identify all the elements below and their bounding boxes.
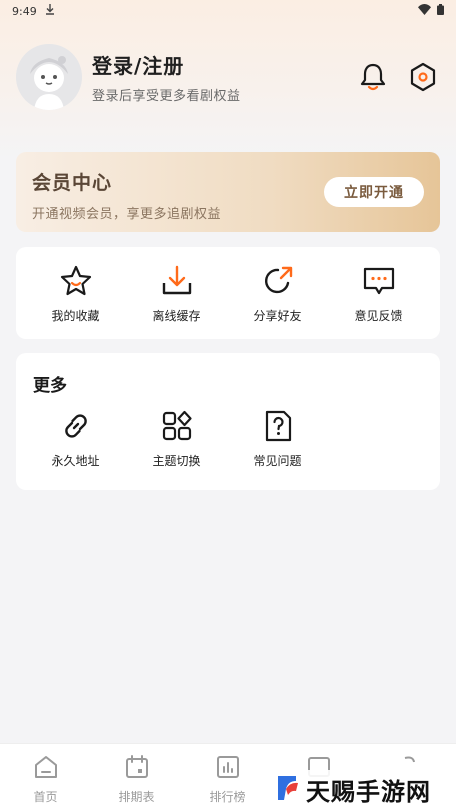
feedback-label: 意见反馈 <box>354 309 403 323</box>
tab-ranking[interactable]: 排行榜 <box>182 744 273 811</box>
faq-icon <box>260 408 296 444</box>
avatar[interactable] <box>16 44 82 110</box>
permanent-address-label: 永久地址 <box>51 454 100 468</box>
tab-home-label: 首页 <box>33 790 58 804</box>
home-icon <box>33 754 59 784</box>
feedback-icon <box>361 263 397 299</box>
watermark-text: 天赐手游网 <box>306 778 431 806</box>
star-icon <box>58 263 94 299</box>
faq-item[interactable]: 常见问题 <box>227 408 328 469</box>
faq-label: 常见问题 <box>253 454 302 468</box>
theme-icon <box>159 408 195 444</box>
more-card: 更多 永久地址 主题切换 常见问题 <box>16 353 440 490</box>
battery-icon <box>437 4 444 18</box>
status-time: 9:49 <box>12 4 37 18</box>
theme-switch-label: 主题切换 <box>152 454 201 468</box>
offline-cache-item[interactable]: 离线缓存 <box>126 263 227 324</box>
quick-actions-card: 我的收藏 离线缓存 分享好友 意见反馈 <box>16 247 440 339</box>
watermark-logo-icon <box>274 773 300 807</box>
tab-ranking-label: 排行榜 <box>209 790 246 804</box>
login-subtitle: 登录后享受更多看剧权益 <box>92 89 241 104</box>
share-friends-label: 分享好友 <box>253 309 302 323</box>
notification-bell-icon[interactable] <box>358 62 388 92</box>
tab-home[interactable]: 首页 <box>0 744 91 811</box>
favorites-item[interactable]: 我的收藏 <box>25 263 126 324</box>
tab-schedule-label: 排期表 <box>118 790 155 804</box>
share-friends-item[interactable]: 分享好友 <box>227 263 328 324</box>
feedback-item[interactable]: 意见反馈 <box>328 263 429 324</box>
link-icon <box>58 408 94 444</box>
download-status-icon <box>45 4 55 18</box>
tab-schedule[interactable]: 排期表 <box>91 744 182 811</box>
offline-cache-label: 离线缓存 <box>152 309 201 323</box>
open-vip-button[interactable]: 立即开通 <box>324 177 424 207</box>
permanent-address-item[interactable]: 永久地址 <box>25 408 126 469</box>
status-bar: 9:49 <box>0 0 456 22</box>
watermark: 天赐手游网 <box>268 770 437 809</box>
more-section-title: 更多 <box>33 376 67 396</box>
theme-switch-item[interactable]: 主题切换 <box>126 408 227 469</box>
wifi-icon <box>418 4 431 18</box>
calendar-icon <box>124 754 150 784</box>
favorites-label: 我的收藏 <box>51 309 100 323</box>
ranking-icon <box>215 754 241 784</box>
login-register-title[interactable]: 登录/注册 <box>92 50 358 79</box>
share-icon <box>260 263 296 299</box>
download-icon <box>159 263 195 299</box>
vip-center-card[interactable]: 会员中心 开通视频会员，享更多追剧权益 立即开通 <box>16 152 440 232</box>
profile-header[interactable]: 登录/注册 登录后享受更多看剧权益 <box>16 44 440 110</box>
settings-hexagon-icon[interactable] <box>408 62 438 92</box>
